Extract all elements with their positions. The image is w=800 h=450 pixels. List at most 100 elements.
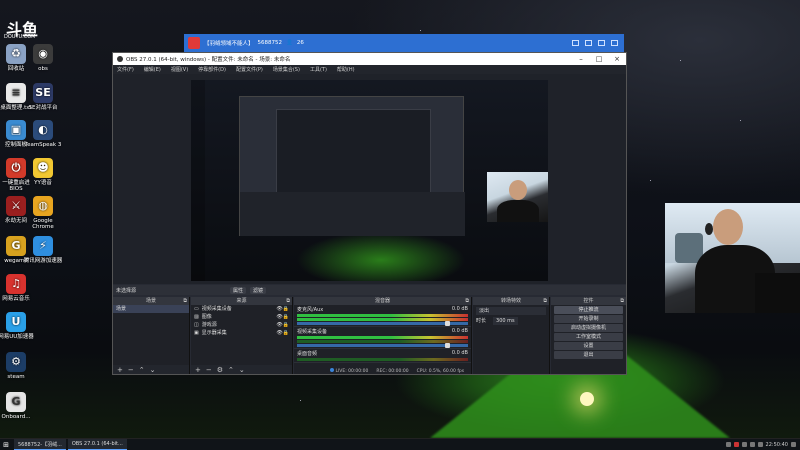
maximize-icon[interactable]: □ <box>590 55 608 63</box>
no-source-label: 未选择源 <box>116 287 137 294</box>
obs-window[interactable]: OBS 27.0.1 (64-bit, windows) - 配置文件: 未命名… <box>112 52 627 375</box>
volume-meter <box>297 314 468 317</box>
properties-button[interactable]: 属性 <box>230 286 247 294</box>
settings-icon[interactable] <box>585 40 592 46</box>
source-item[interactable]: ▣ 显示器采集 👁🔒 <box>191 329 292 337</box>
start-windows-icon[interactable]: ⊞ <box>0 439 12 450</box>
dock-float-icon[interactable]: ⧉ <box>465 297 469 305</box>
live-timer: LIVE: 00:00:00 <box>335 369 369 374</box>
browser-window-titlebar[interactable]: 【羽绒领域不能人】 5688752 👤 26 <box>184 34 624 52</box>
desktop-icon[interactable]: ♫ 网易云音乐 <box>0 274 36 302</box>
visibility-lock-icons[interactable]: 👁🔒 <box>276 305 292 313</box>
add-scene-icon[interactable]: + <box>117 366 123 374</box>
menu-scene-collection[interactable]: 场景集合(S) <box>273 66 300 73</box>
source-settings-icon[interactable]: ⚙ <box>217 366 223 374</box>
mixer-dock-title: 混音器 <box>374 298 390 304</box>
move-up-icon[interactable]: ⌃ <box>139 366 145 374</box>
desktop-icon[interactable]: ⚡ 腾讯网游加速器 <box>23 236 63 264</box>
menu-help[interactable]: 帮助(H) <box>337 66 355 73</box>
move-down-icon[interactable]: ⌄ <box>239 366 245 374</box>
nested-obs-capture <box>239 96 465 236</box>
network-icon[interactable] <box>749 442 755 447</box>
tencent-accelerator-icon: ⚡ <box>33 236 53 256</box>
taskbar-item-obs[interactable]: OBS 27.0.1 (64-bit... <box>67 439 127 450</box>
settings-button[interactable]: 设置 <box>554 342 623 350</box>
minimize-icon[interactable] <box>598 40 605 46</box>
menu-file[interactable]: 文件(F) <box>117 66 134 73</box>
duration-label: 时长 <box>476 318 487 324</box>
filters-button[interactable]: 滤镜 <box>250 286 267 294</box>
close-icon[interactable]: × <box>608 55 626 63</box>
dock-float-icon[interactable]: ⧉ <box>183 297 187 305</box>
desktop-icon-label: TeamSpeak 3 <box>24 142 62 148</box>
visibility-lock-icons[interactable]: 👁🔒 <box>276 329 292 337</box>
start-recording-button[interactable]: 开始录制 <box>554 315 623 323</box>
obs-titlebar[interactable]: OBS 27.0.1 (64-bit, windows) - 配置文件: 未命名… <box>113 53 626 65</box>
menu-view[interactable]: 视图(V) <box>171 66 188 73</box>
audio-mixer-dock: 混音器 ⧉ 麦克风/Aux 0.0 dB 视频采集设备 0.0 dB 桌面音频 0.0 … <box>294 297 472 374</box>
volume-slider[interactable] <box>297 343 468 348</box>
source-item[interactable]: ▨ 图像 👁🔒 <box>191 313 292 321</box>
desktop-icon[interactable]: ⚙ steam <box>0 352 36 380</box>
desktop-icon[interactable]: ◉ obs <box>23 44 63 72</box>
notification-icon[interactable] <box>791 442 796 447</box>
tray-app-icon[interactable] <box>725 442 731 447</box>
desktop-icon[interactable]: ◍ Google Chrome <box>23 196 63 230</box>
virtual-camera-button[interactable]: 启动虚拟摄像机 <box>554 324 623 332</box>
studio-mode-button[interactable]: 工作室模式 <box>554 333 623 341</box>
volume-slider-knob[interactable] <box>445 321 450 326</box>
tray-app-icon[interactable] <box>741 442 747 447</box>
desktop-icon[interactable]: G Onboard... <box>0 392 36 420</box>
menu-profile[interactable]: 配置文件(P) <box>236 66 263 73</box>
onboard-icon: G <box>6 392 26 412</box>
source-item[interactable]: ◫ 游戏源 👁🔒 <box>191 321 292 329</box>
obs-app-icon <box>117 56 123 62</box>
volume-icon[interactable] <box>757 442 763 447</box>
taskbar-item-douyu[interactable]: 5688752-【羽绒... <box>14 439 66 450</box>
desktop-icon-label: steam <box>7 374 25 380</box>
dock-float-icon[interactable]: ⧉ <box>620 297 624 305</box>
tray-app-icon[interactable] <box>733 442 739 447</box>
desktop-icon[interactable]: ☻ YY语音 <box>23 158 63 186</box>
transition-select[interactable]: 淡出 <box>476 307 546 315</box>
controls-dock-title: 控件 <box>583 298 594 304</box>
home-icon[interactable] <box>572 40 579 46</box>
duration-input[interactable]: 300 ms <box>493 317 518 325</box>
volume-slider-knob[interactable] <box>445 343 450 348</box>
remove-scene-icon[interactable]: − <box>128 366 134 374</box>
desktop-icon[interactable]: ◐ TeamSpeak 3 <box>23 120 63 148</box>
menu-edit[interactable]: 编辑(E) <box>144 66 161 73</box>
steam-icon: ⚙ <box>6 352 26 372</box>
desktop-icon[interactable]: SE SE对战平台 <box>23 83 63 111</box>
move-up-icon[interactable]: ⌃ <box>228 366 234 374</box>
move-down-icon[interactable]: ⌄ <box>150 366 156 374</box>
exit-button[interactable]: 退出 <box>554 351 623 359</box>
close-icon[interactable] <box>611 40 618 46</box>
desktop-icon[interactable]: U 网易UU加速器 <box>0 312 36 340</box>
dock-float-icon[interactable]: ⧉ <box>543 297 547 305</box>
menu-tools[interactable]: 工具(T) <box>310 66 327 73</box>
scene-item[interactable]: 场景 <box>113 305 189 313</box>
game-icon: ◫ <box>194 322 199 328</box>
dock-float-icon[interactable]: ⧉ <box>286 297 290 305</box>
desktop-icon-label: 网易云音乐 <box>2 296 30 302</box>
stop-streaming-button[interactable]: 停止推流 <box>554 306 623 314</box>
browser-title: 【羽绒领域不能人】 <box>204 41 254 47</box>
desktop-icon-label: 腾讯网游加速器 <box>23 258 63 264</box>
clock[interactable]: 22:50:40 <box>766 442 788 448</box>
obs-preview-area[interactable] <box>113 74 626 284</box>
scenes-dock: 场景 ⧉ 场景 + − ⌃ ⌄ <box>113 297 190 374</box>
minimize-icon[interactable]: – <box>572 55 590 63</box>
source-item[interactable]: ▭ 视频采集设备 👁🔒 <box>191 305 292 313</box>
sources-dock: 来源 ⧉ ▭ 视频采集设备 👁🔒 ▨ 图像 👁🔒 ◫ 游戏源 👁🔒 ▣ 显示器采集 👁🔒 + − ⚙ ⌃… <box>191 297 293 374</box>
sources-dock-title: 来源 <box>236 298 247 304</box>
visibility-lock-icons[interactable]: 👁🔒 <box>276 313 292 321</box>
add-source-icon[interactable]: + <box>195 366 201 374</box>
webcam-overlay <box>487 172 548 222</box>
volume-slider[interactable] <box>297 321 468 326</box>
visibility-lock-icons[interactable]: 👁🔒 <box>276 321 292 329</box>
se-platform-icon: SE <box>33 83 53 103</box>
preview-canvas[interactable] <box>191 80 548 281</box>
menu-docks[interactable]: 停靠部件(D) <box>198 66 226 73</box>
remove-source-icon[interactable]: − <box>206 366 212 374</box>
